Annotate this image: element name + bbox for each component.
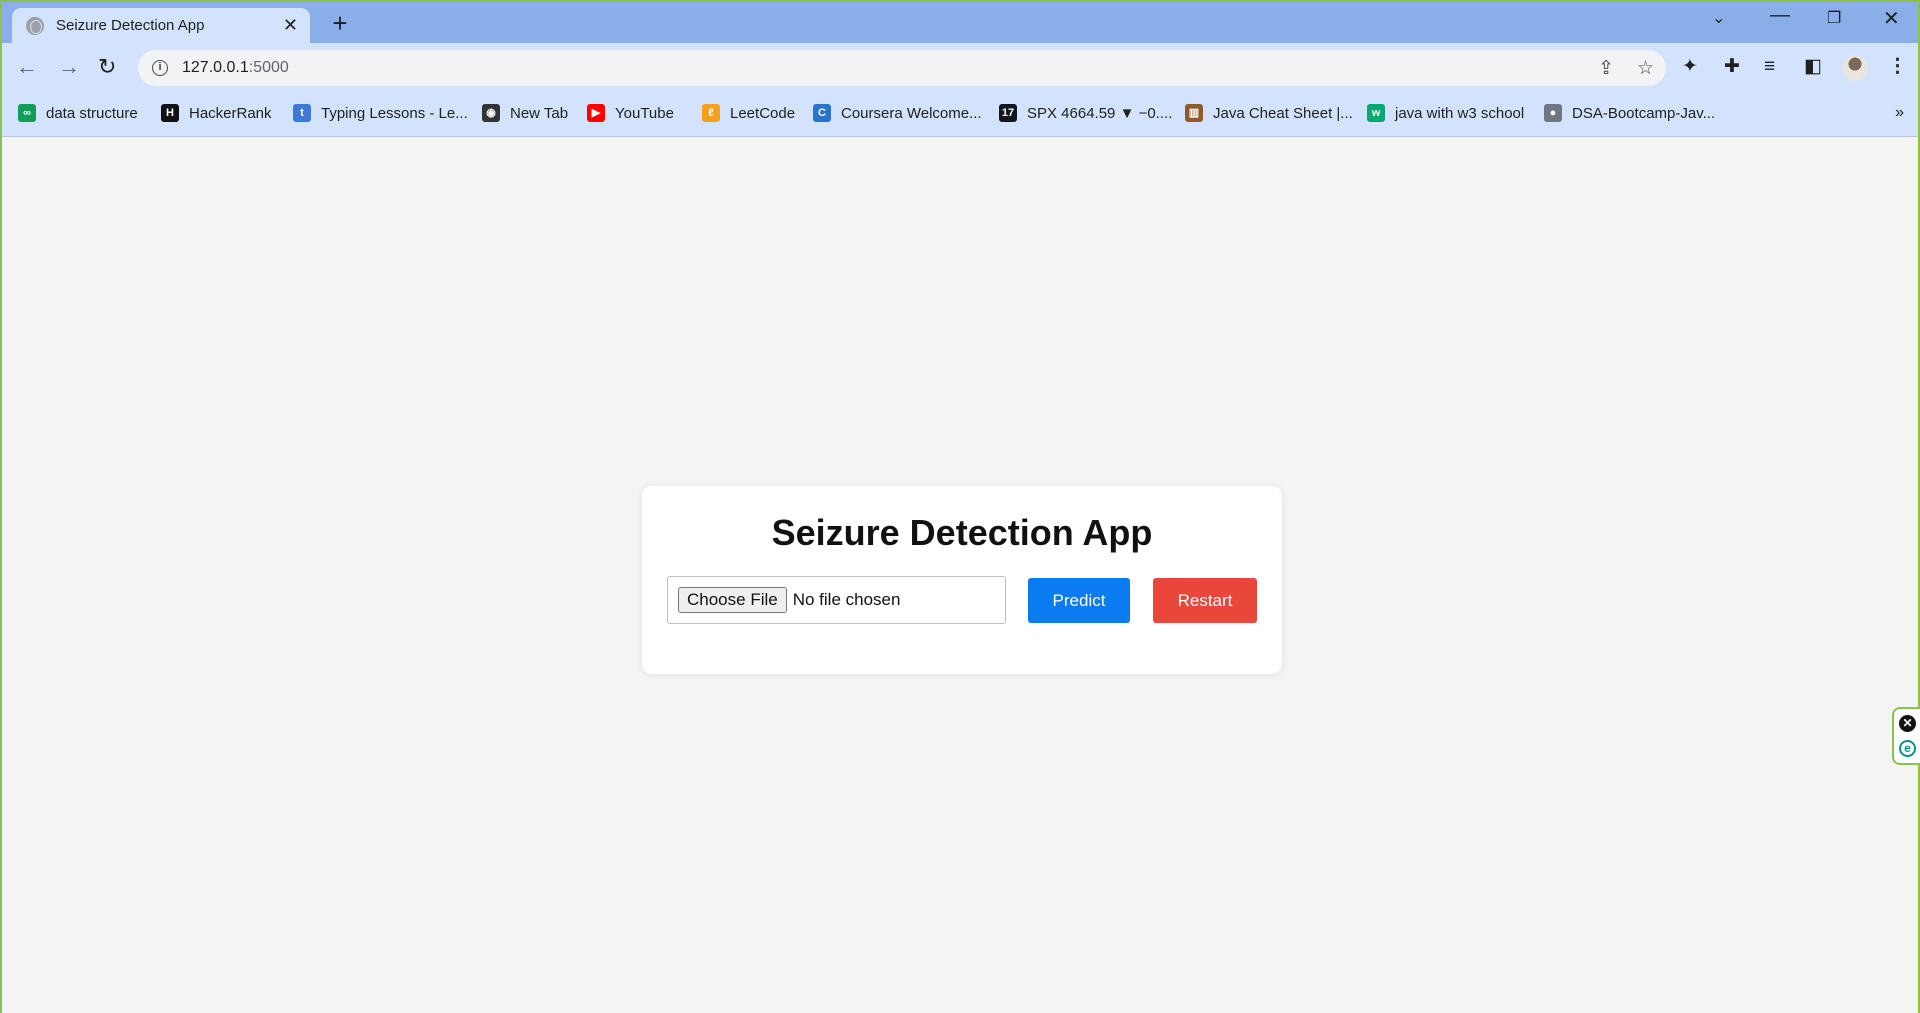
leetcode-icon: ℓ — [702, 104, 720, 122]
bookmark-item[interactable]: ∞ data structure — [18, 104, 138, 122]
tab-favicon-globe-icon — [26, 16, 44, 35]
address-bar[interactable]: i 127.0.0.1:5000 ⇪ ☆ — [138, 50, 1666, 86]
site-info-icon[interactable]: i — [152, 60, 168, 76]
restart-button[interactable]: Restart — [1153, 578, 1257, 623]
tab-search-icon[interactable]: ⌄ — [1712, 8, 1725, 28]
bookmark-label: DSA-Bootcamp-Jav... — [1572, 104, 1716, 122]
bookmark-item[interactable]: ▥ Java Cheat Sheet |... — [1185, 104, 1353, 122]
bookmark-label: HackerRank — [189, 104, 272, 122]
bookmark-label: Coursera Welcome... — [841, 104, 982, 122]
link-icon: ∞ — [18, 104, 36, 122]
forward-arrow-icon[interactable]: → — [58, 55, 80, 79]
bookmark-label: SPX 4664.59 ▼ −0.... — [1027, 104, 1173, 122]
widget-close-icon[interactable]: ✕ — [1899, 715, 1916, 732]
github-icon: ● — [1544, 104, 1562, 122]
widget-edge-icon[interactable]: e — [1899, 740, 1916, 757]
w3-icon: w — [1367, 104, 1385, 122]
bookmark-item[interactable]: H HackerRank — [161, 104, 272, 122]
app-card: Seizure Detection App Choose File No fil… — [642, 486, 1282, 674]
page-content: Seizure Detection App Choose File No fil… — [2, 138, 1918, 1013]
window-close-icon[interactable]: ✕ — [1883, 6, 1900, 31]
globe-icon: ◉ — [482, 104, 500, 122]
hackerrank-icon: H — [161, 104, 179, 122]
bookmark-label: java with w3 school — [1395, 104, 1525, 122]
bookmarks-overflow-icon[interactable]: » — [1895, 104, 1904, 122]
bookmark-label: Typing Lessons - Le... — [321, 104, 468, 122]
page-title: Seizure Detection App — [771, 512, 1153, 553]
bookmark-label: Java Cheat Sheet |... — [1213, 104, 1353, 122]
back-arrow-icon[interactable]: ← — [16, 55, 38, 79]
predict-button[interactable]: Predict — [1028, 578, 1130, 623]
bookmark-star-icon[interactable]: ☆ — [1637, 57, 1654, 80]
reload-icon[interactable]: ↻ — [98, 55, 116, 79]
url-host: 127.0.0.1 — [182, 59, 249, 76]
minimize-icon[interactable]: — — [1770, 4, 1790, 27]
coursera-icon: C — [813, 104, 831, 122]
bookmark-item[interactable]: ℓ LeetCode — [702, 104, 795, 122]
new-tab-button[interactable]: + — [326, 10, 354, 38]
share-icon[interactable]: ⇪ — [1598, 57, 1614, 80]
tab-title: Seizure Detection App — [56, 17, 205, 34]
side-panel-icon[interactable]: ◧ — [1804, 56, 1822, 78]
bookmark-item[interactable]: ◉ New Tab — [482, 104, 568, 122]
typing-icon: t — [293, 104, 311, 122]
floating-side-widget: ✕ e — [1892, 707, 1920, 765]
bookmark-item[interactable]: C Coursera Welcome... — [813, 104, 982, 122]
file-status-text: No file chosen — [792, 590, 901, 609]
bookmark-item[interactable]: ● DSA-Bootcamp-Jav... — [1544, 104, 1715, 122]
bookmark-item[interactable]: 17 SPX 4664.59 ▼ −0.... — [999, 104, 1172, 122]
browser-toolbar: ← → ↻ i 127.0.0.1:5000 ⇪ ☆ ✦ ✚ ≡ ◧ ⋮ — [2, 43, 1918, 93]
cheatsheet-icon: ▥ — [1185, 104, 1203, 122]
choose-file-button[interactable]: Choose File — [678, 587, 787, 613]
file-input[interactable]: Choose File No file chosen — [667, 576, 1006, 624]
profile-avatar[interactable] — [1842, 55, 1868, 81]
bookmarks-bar: ∞ data structure H HackerRank t Typing Lesson… — [2, 93, 1918, 137]
tab-strip: Seizure Detection App ✕ + ⌄ — ❐ ✕ — [2, 2, 1918, 43]
tab-seizure-detection-app[interactable]: Seizure Detection App ✕ — [12, 8, 310, 43]
browser-menu-icon[interactable]: ⋮ — [1888, 56, 1907, 78]
extensions-puzzle-icon[interactable]: ✚ — [1724, 56, 1740, 78]
tab-close-icon[interactable]: ✕ — [283, 15, 298, 35]
bookmark-item[interactable]: t Typing Lessons - Le... — [293, 104, 468, 122]
bookmark-label: LeetCode — [730, 104, 796, 122]
extension-icon[interactable]: ✦ — [1682, 56, 1698, 78]
url-port: :5000 — [248, 59, 289, 76]
bookmark-label: New Tab — [510, 104, 569, 122]
bookmark-item[interactable]: w java with w3 school — [1367, 104, 1524, 122]
bookmark-item[interactable]: ▶ YouTube — [587, 104, 674, 122]
bookmark-label: data structure — [46, 104, 138, 122]
youtube-icon: ▶ — [587, 104, 605, 122]
tradingview-icon: 17 — [999, 104, 1017, 122]
media-control-icon[interactable]: ≡ — [1764, 56, 1775, 78]
restore-icon[interactable]: ❐ — [1827, 8, 1841, 28]
bookmark-label: YouTube — [615, 104, 674, 122]
url-text[interactable]: 127.0.0.1:5000 — [182, 59, 289, 77]
